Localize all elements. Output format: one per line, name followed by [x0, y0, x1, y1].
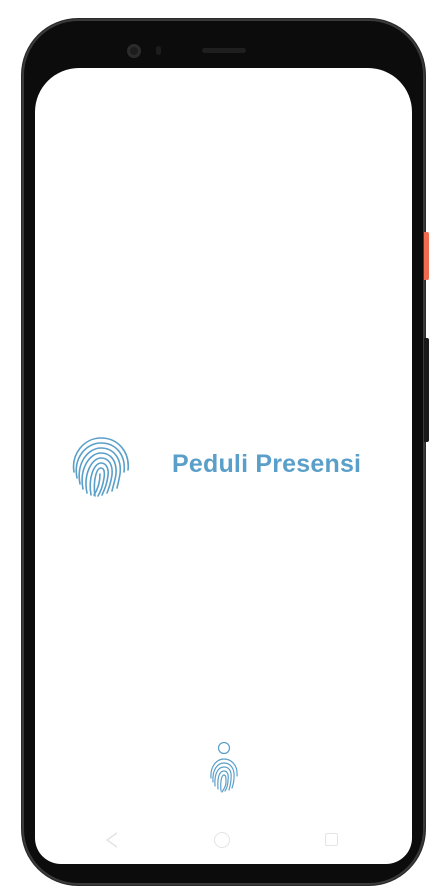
volume-button: [424, 338, 429, 442]
navigation-bar: [35, 824, 412, 856]
fingerprint-person-icon: [210, 742, 238, 793]
earpiece-speaker: [202, 48, 246, 53]
splash-screen: Peduli Presensi: [35, 68, 412, 864]
power-button: [424, 232, 429, 280]
app-title: Peduli Presensi: [172, 450, 362, 478]
back-triangle-icon[interactable]: [105, 832, 119, 848]
front-camera: [127, 44, 141, 58]
recents-square-icon[interactable]: [325, 833, 338, 846]
home-circle-icon[interactable]: [214, 832, 230, 848]
fingerprint-icon: [72, 437, 129, 497]
proximity-sensor: [156, 46, 161, 55]
